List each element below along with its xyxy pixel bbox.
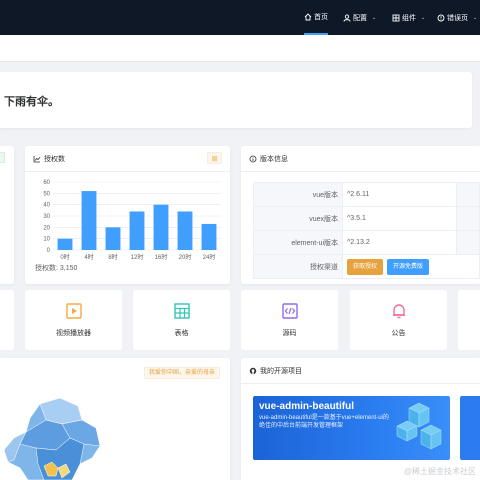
tile-label: 公告 xyxy=(391,330,406,337)
shortcut-tile-video[interactable]: 视频播放器 xyxy=(25,290,122,350)
open-source-card: 我的开源项目 vue-admin-beautiful vue-admin-bea… xyxy=(241,358,480,480)
x-tick-label: 8时 xyxy=(108,253,117,261)
version-key: element-ui版本 xyxy=(253,230,343,255)
version-value: ^2.13.2 xyxy=(342,230,457,255)
nav-error[interactable]: 错误页 ⌄ xyxy=(437,0,477,35)
shortcut-tile-notice[interactable]: 公告 xyxy=(350,290,447,350)
y-tick-label: 10 xyxy=(43,237,50,243)
chevron-down-icon: ⌄ xyxy=(473,14,478,21)
bar[interactable] xyxy=(105,227,121,250)
bar[interactable] xyxy=(129,211,145,250)
version-card: 版本信息 vue版本 ^2.6.11 vuex版本 ^3.5.1 element… xyxy=(241,146,480,284)
x-tick-label: 20时 xyxy=(179,253,192,261)
banner-title: vue-admin-beautiful xyxy=(259,401,355,412)
get-license-button[interactable]: 获取授权 xyxy=(347,258,384,275)
nav-error-label: 错误页 xyxy=(447,14,468,22)
version-key: vuex版本 xyxy=(253,206,343,231)
oss-card-title: 我的开源项目 xyxy=(260,367,302,375)
tile-label: 视频播放器 xyxy=(56,330,91,337)
auth-card: 授权数 周 0 10 20 30 40 50 60 0时 4时 8时 12时 16时 20时 24时 授权… xyxy=(25,146,230,284)
nav-components[interactable]: 组件 ⌄ xyxy=(392,0,425,35)
map-note-badge: 我爱你中国，亲爱的母亲 xyxy=(143,367,220,379)
bar[interactable] xyxy=(177,211,193,250)
project-banner-partial[interactable] xyxy=(460,396,480,460)
line-chart-icon xyxy=(33,155,41,162)
table-icon xyxy=(173,303,190,319)
banner-description: vue-admin-beautiful是一款基于vue+element-ui的绝… xyxy=(259,415,389,429)
table-row: 授权渠道 获取授权 开源免费版 xyxy=(253,254,480,279)
map-card: 我爱你中国，亲爱的母亲 xyxy=(0,358,230,480)
version-value: ^3.5.1 xyxy=(342,206,457,231)
version-card-header: 版本信息 xyxy=(241,146,480,172)
nav-home-label: 首页 xyxy=(314,13,328,21)
china-map-image xyxy=(3,398,101,480)
bar[interactable] xyxy=(201,223,217,250)
table-row: vue版本 ^2.6.11 xyxy=(253,182,480,207)
shortcut-tile-table[interactable]: 表格 xyxy=(133,290,230,350)
nav-home[interactable]: 首页 xyxy=(304,0,328,35)
x-tick-label: 4时 xyxy=(84,253,93,261)
shortcut-tile-source[interactable]: 源码 xyxy=(241,290,338,350)
y-tick-label: 50 xyxy=(43,191,50,197)
isometric-blocks-icon xyxy=(396,402,442,450)
version-value: ^2.6.11 xyxy=(342,182,457,207)
version-table: vue版本 ^2.6.11 vuex版本 ^3.5.1 element-ui版本… xyxy=(253,182,480,279)
oss-card-header: 我的开源项目 xyxy=(241,358,480,384)
home-icon xyxy=(304,12,312,20)
table-row: element-ui版本 ^2.13.2 xyxy=(253,230,480,255)
x-tick-label: 12时 xyxy=(131,253,144,261)
info-icon xyxy=(249,155,257,162)
bar[interactable] xyxy=(57,238,73,250)
table-row: vuex版本 ^3.5.1 xyxy=(253,206,480,231)
github-icon xyxy=(249,367,257,374)
auth-card-title: 授权数 xyxy=(44,155,65,163)
y-tick-label: 60 xyxy=(43,180,50,186)
auth-card-header: 授权数 xyxy=(25,146,230,172)
shortcut-tile-partial[interactable] xyxy=(458,290,480,350)
nav-components-label: 组件 xyxy=(402,14,416,22)
version-key: vue版本 xyxy=(253,182,343,207)
project-banner[interactable]: vue-admin-beautiful vue-admin-beautiful是… xyxy=(253,396,450,460)
version-card-title: 版本信息 xyxy=(260,155,288,163)
code-icon xyxy=(281,303,298,319)
user-icon xyxy=(343,13,351,22)
visits-card-partial xyxy=(0,146,14,284)
tile-label: 源码 xyxy=(282,330,297,337)
nav-config-label: 配置 xyxy=(353,14,367,22)
nav-config[interactable]: 配置 ⌄ xyxy=(343,0,376,35)
x-tick-label: 0时 xyxy=(60,253,69,261)
open-source-button[interactable]: 开源免费版 xyxy=(387,258,430,275)
video-player-icon xyxy=(65,303,82,319)
period-badge xyxy=(0,152,5,163)
chevron-down-icon: ⌄ xyxy=(372,14,377,21)
x-tick-label: 24时 xyxy=(203,253,216,261)
shortcut-tile-partial[interactable] xyxy=(0,290,14,350)
chevron-down-icon: ⌄ xyxy=(421,14,426,21)
error-icon xyxy=(437,14,445,21)
welcome-card: 下雨有伞。 xyxy=(0,72,472,128)
y-tick-label: 30 xyxy=(43,214,50,220)
bar[interactable] xyxy=(81,191,97,250)
auth-bar-chart: 0 10 20 30 40 50 60 0时 4时 8时 12时 16时 20时 24时 xyxy=(43,180,221,261)
welcome-text: 下雨有伞。 xyxy=(4,96,59,108)
bell-icon xyxy=(392,304,405,319)
watermark: @稀土掘金技术社区 xyxy=(403,467,476,476)
tile-label: 表格 xyxy=(174,330,189,337)
bar[interactable] xyxy=(153,204,169,250)
y-tick-label: 20 xyxy=(43,225,50,231)
top-navbar: 首页 配置 ⌄ 组件 ⌄ 错误页 ⌄ xyxy=(0,0,480,35)
y-tick-label: 0 xyxy=(47,248,51,254)
x-tick-label: 16时 xyxy=(155,253,168,261)
auth-total: 授权数: 3,150 xyxy=(35,265,78,272)
period-badge: 周 xyxy=(207,152,222,164)
y-tick-label: 40 xyxy=(43,203,50,209)
tags-bar xyxy=(0,35,480,62)
channel-key: 授权渠道 xyxy=(253,254,343,279)
grid-icon xyxy=(392,14,400,21)
